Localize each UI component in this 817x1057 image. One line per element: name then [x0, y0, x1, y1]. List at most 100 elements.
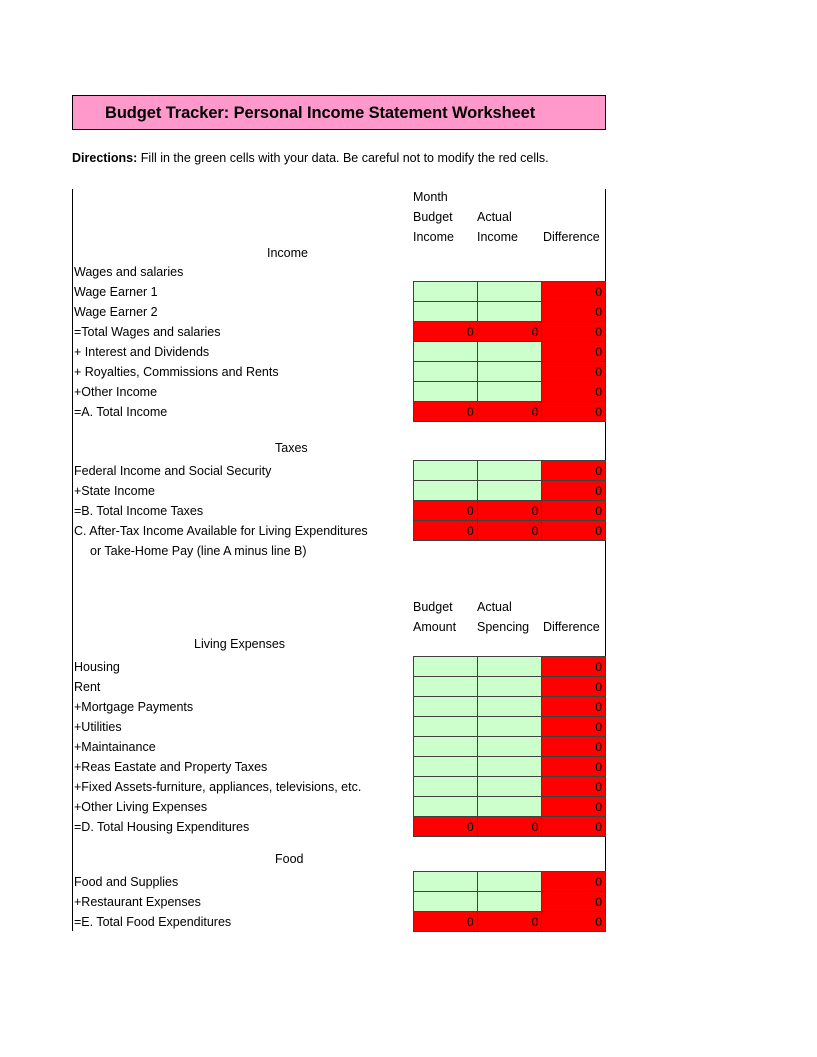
cell-actual-income[interactable]	[476, 361, 543, 382]
cell-actual-income[interactable]	[476, 460, 543, 481]
income-header-difference: Difference	[543, 230, 600, 244]
income-cell-block: 0 0 0 0 0 0 0 0 0 0 0	[413, 281, 606, 422]
cell-difference: 0	[541, 341, 606, 362]
directions-line: Directions: Fill in the green cells with…	[72, 151, 549, 165]
cell-budget-amount: 0	[413, 816, 478, 837]
cell-difference: 0	[541, 480, 606, 501]
table-row: 0	[413, 871, 606, 892]
row-label: =Total Wages and salaries	[74, 325, 221, 339]
row-label: + Interest and Dividends	[74, 345, 210, 359]
row-label: +Other Living Expenses	[74, 800, 208, 814]
cell-budget-amount[interactable]	[413, 871, 478, 892]
cell-budget-income[interactable]	[413, 301, 478, 322]
cell-difference: 0	[541, 500, 606, 521]
cell-difference: 0	[541, 381, 606, 402]
row-label: Food and Supplies	[74, 875, 179, 889]
row-label: Wage Earner 2	[74, 305, 158, 319]
cell-budget-income[interactable]	[413, 381, 478, 402]
cell-budget-income[interactable]	[413, 341, 478, 362]
cell-actual-spending[interactable]	[476, 696, 543, 717]
cell-difference: 0	[541, 401, 606, 422]
table-row: 0	[413, 361, 606, 382]
row-label: C. After-Tax Income Available for Living…	[74, 524, 368, 538]
cell-actual-spending[interactable]	[476, 676, 543, 697]
cell-actual-spending[interactable]	[476, 796, 543, 817]
cell-actual-spending: 0	[476, 816, 543, 837]
table-row: 0	[413, 891, 606, 912]
section-title-living-expenses: Living Expenses	[194, 637, 286, 651]
directions-text: Fill in the green cells with your data. …	[140, 151, 549, 165]
cell-budget-amount[interactable]	[413, 716, 478, 737]
table-row: 0	[413, 756, 606, 777]
cell-actual-spending[interactable]	[476, 716, 543, 737]
cell-budget-income[interactable]	[413, 361, 478, 382]
cell-difference: 0	[541, 301, 606, 322]
row-label: +Reas Eastate and Property Taxes	[74, 760, 268, 774]
cell-budget-amount[interactable]	[413, 796, 478, 817]
row-label: +Restaurant Expenses	[74, 895, 201, 909]
row-label: or Take-Home Pay (line A minus line B)	[90, 544, 307, 558]
row-label: =D. Total Housing Expenditures	[74, 820, 250, 834]
section-title-food: Food	[275, 852, 304, 866]
cell-actual-income[interactable]	[476, 341, 543, 362]
cell-budget-amount[interactable]	[413, 676, 478, 697]
cell-difference: 0	[541, 796, 606, 817]
cell-actual-income[interactable]	[476, 480, 543, 501]
cell-budget-income: 0	[413, 321, 478, 342]
row-label: Wage Earner 1	[74, 285, 158, 299]
row-label: +State Income	[74, 484, 155, 498]
cell-budget-income[interactable]	[413, 480, 478, 501]
expense-header-actual-spending: Spencing	[477, 620, 530, 634]
row-label: +Fixed Assets-furniture, appliances, tel…	[74, 780, 362, 794]
cell-actual-spending[interactable]	[476, 756, 543, 777]
cell-actual-spending[interactable]	[476, 776, 543, 797]
table-row: 0 0 0	[413, 911, 606, 932]
cell-difference: 0	[541, 676, 606, 697]
table-row: 0	[413, 736, 606, 757]
cell-actual-income[interactable]	[476, 301, 543, 322]
expense-header-budget: Budget	[413, 600, 453, 614]
cell-budget-amount[interactable]	[413, 891, 478, 912]
page-title: Budget Tracker: Personal Income Statemen…	[105, 104, 536, 122]
cell-budget-amount[interactable]	[413, 756, 478, 777]
cell-difference: 0	[541, 361, 606, 382]
expense-header-actual: Actual	[477, 600, 512, 614]
table-row: 0	[413, 676, 606, 697]
cell-actual-income: 0	[476, 500, 543, 521]
cell-difference: 0	[541, 871, 606, 892]
cell-actual-spending[interactable]	[476, 871, 543, 892]
cell-actual-income: 0	[476, 520, 543, 541]
table-row: 0	[413, 656, 606, 677]
cell-budget-amount[interactable]	[413, 696, 478, 717]
living-expenses-cell-block: 0 0 0 0 0 0 0 0 0 0 0	[413, 656, 606, 837]
row-label: Wages and salaries	[74, 265, 184, 279]
cell-budget-amount[interactable]	[413, 656, 478, 677]
table-row: 0	[413, 341, 606, 362]
row-label: +Maintainance	[74, 740, 156, 754]
income-header-budget-income: Income	[413, 230, 454, 244]
cell-actual-spending[interactable]	[476, 656, 543, 677]
sheet-left-rule	[72, 189, 73, 931]
row-label: =A. Total Income	[74, 405, 168, 419]
cell-budget-income: 0	[413, 500, 478, 521]
cell-budget-income[interactable]	[413, 281, 478, 302]
table-row: 0	[413, 796, 606, 817]
cell-difference: 0	[541, 656, 606, 677]
cell-actual-spending[interactable]	[476, 736, 543, 757]
cell-budget-income: 0	[413, 401, 478, 422]
cell-difference: 0	[541, 911, 606, 932]
cell-actual-income[interactable]	[476, 381, 543, 402]
row-label: Rent	[74, 680, 101, 694]
cell-budget-amount[interactable]	[413, 776, 478, 797]
table-row: 0	[413, 480, 606, 501]
cell-budget-income: 0	[413, 520, 478, 541]
cell-actual-income[interactable]	[476, 281, 543, 302]
cell-difference: 0	[541, 520, 606, 541]
table-row: 0	[413, 281, 606, 302]
cell-budget-amount[interactable]	[413, 736, 478, 757]
cell-actual-spending[interactable]	[476, 891, 543, 912]
table-row: 0 0 0	[413, 401, 606, 422]
expense-header-budget-amount: Amount	[413, 620, 457, 634]
cell-difference: 0	[541, 776, 606, 797]
cell-budget-income[interactable]	[413, 460, 478, 481]
